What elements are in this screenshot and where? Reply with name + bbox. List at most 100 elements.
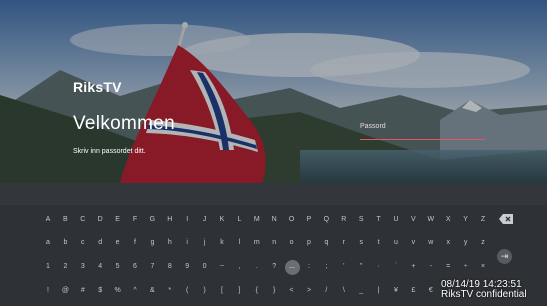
keyboard-key[interactable]: 8 [163,260,177,274]
keyboard-key[interactable]: R [337,213,351,227]
keyboard-key[interactable]: Z [476,213,490,227]
keyboard-key[interactable]: ... [284,260,300,275]
keyboard-key[interactable]: [ [215,284,229,298]
keyboard-key[interactable]: s [354,236,368,250]
keyboard-key[interactable]: Q [319,213,333,227]
keyboard-key[interactable]: a [41,236,55,250]
keyboard-key[interactable]: H [163,213,177,227]
keyboard-key[interactable]: r [337,236,351,250]
keyboard-key[interactable]: O [285,213,299,227]
keyboard-key[interactable]: 4 [93,260,107,274]
keyboard-key[interactable]: w [424,236,438,250]
keyboard-key[interactable]: j [198,236,212,250]
keyboard-key[interactable]: E [111,213,125,227]
keyboard-key[interactable]: = [441,260,455,274]
keyboard-key[interactable]: £ [406,284,420,298]
keyboard-key[interactable]: v [406,236,420,250]
keyboard-key[interactable]: ÷ [459,260,473,274]
keyboard-key[interactable]: } [267,284,281,298]
keyboard-key[interactable]: 7 [145,260,159,274]
keyboard-key[interactable]: B [58,213,72,227]
keyboard-key[interactable]: u [389,236,403,250]
keyboard-key[interactable]: / [319,284,333,298]
keyboard-key[interactable]: 2 [58,260,72,274]
keyboard-key[interactable]: # [76,284,90,298]
keyboard-key[interactable]: y [459,236,473,250]
keyboard-key[interactable]: × [476,260,490,274]
keyboard-key[interactable]: P [302,213,316,227]
keyboard-key[interactable]: F [128,213,142,227]
keyboard-key[interactable]: c [76,236,90,250]
keyboard-key[interactable]: > [302,284,316,298]
keyboard-key[interactable]: z [476,236,490,250]
keyboard-key[interactable]: h [163,236,177,250]
keyboard-key[interactable]: l [232,236,246,250]
keyboard-key[interactable]: T [372,213,386,227]
keyboard-key[interactable]: Y [459,213,473,227]
keyboard-key[interactable]: D [93,213,107,227]
keyboard-key[interactable]: € [424,284,438,298]
keyboard-key[interactable]: f [128,236,142,250]
keyboard-key[interactable]: : [302,260,316,274]
keyboard-key[interactable]: o [285,236,299,250]
keyboard-key[interactable]: i [180,236,194,250]
keyboard-key[interactable]: ~ [215,260,229,274]
keyboard-key[interactable]: N [267,213,281,227]
keyboard-key[interactable]: ] [232,284,246,298]
keyboard-key[interactable]: x [441,236,455,250]
keyboard-key[interactable]: 3 [76,260,90,274]
keyboard-key[interactable]: ` [389,260,403,274]
keyboard-key[interactable]: W [424,213,438,227]
keyboard-key[interactable]: " [354,260,368,274]
keyboard-key[interactable]: e [111,236,125,250]
keyboard-key[interactable]: . [250,260,264,274]
keyboard-key[interactable]: ! [41,284,55,298]
keyboard-key[interactable]: \ [337,284,351,298]
keyboard-key[interactable]: ¥ [389,284,403,298]
keyboard-key[interactable]: ? [267,260,281,274]
keyboard-key[interactable]: L [232,213,246,227]
keyboard-key[interactable]: & [145,284,159,298]
keyboard-key[interactable]: 0 [198,260,212,274]
keyboard-key[interactable]: - [424,260,438,274]
keyboard-key[interactable]: G [145,213,159,227]
keyboard-key[interactable]: U [389,213,403,227]
keyboard-key[interactable]: $ [93,284,107,298]
keyboard-key[interactable]: n [267,236,281,250]
keyboard-key[interactable]: | [372,284,386,298]
backspace-icon[interactable] [499,214,513,224]
keyboard-key[interactable]: t [372,236,386,250]
keyboard-key[interactable]: ; [319,260,333,274]
keyboard-key[interactable]: M [250,213,264,227]
keyboard-key[interactable]: ( [180,284,194,298]
keyboard-key[interactable]: , [232,260,246,274]
keyboard-key[interactable]: · [372,260,386,274]
keyboard-key[interactable]: ^ [128,284,142,298]
keyboard-key[interactable]: ' [337,260,351,274]
keyboard-key[interactable]: ) [198,284,212,298]
keyboard-key[interactable]: q [319,236,333,250]
keyboard-key[interactable]: < [285,284,299,298]
keyboard-key[interactable]: A [41,213,55,227]
keyboard-key[interactable]: I [180,213,194,227]
keyboard-key[interactable]: K [215,213,229,227]
keyboard-key[interactable]: p [302,236,316,250]
keyboard-key[interactable]: b [58,236,72,250]
keyboard-key[interactable]: g [145,236,159,250]
keyboard-key[interactable]: 1 [41,260,55,274]
keyboard-key[interactable]: _ [354,284,368,298]
keyboard-key[interactable]: S [354,213,368,227]
keyboard-key[interactable]: X [441,213,455,227]
keyboard-key[interactable]: 9 [180,260,194,274]
keyboard-key[interactable]: @ [58,284,72,298]
keyboard-key[interactable]: C [76,213,90,227]
keyboard-key[interactable]: k [215,236,229,250]
keyboard-key[interactable]: 6 [128,260,142,274]
keyboard-key[interactable]: 5 [111,260,125,274]
keyboard-key[interactable]: J [198,213,212,227]
keyboard-key[interactable]: { [250,284,264,298]
enter-icon[interactable]: ⇥ [497,249,512,264]
keyboard-key[interactable]: m [250,236,264,250]
keyboard-key[interactable]: V [406,213,420,227]
keyboard-key[interactable]: + [406,260,420,274]
